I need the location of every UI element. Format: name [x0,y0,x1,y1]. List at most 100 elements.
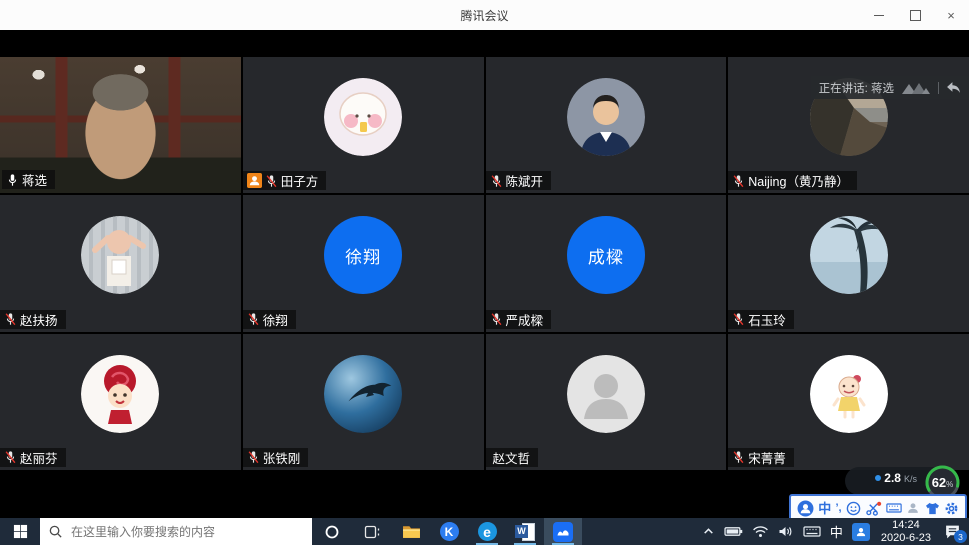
edge-button[interactable]: e [468,518,506,545]
participant-tile-zhaofuyang[interactable]: 赵扶扬 [0,195,241,331]
avatar-default [567,355,645,433]
participant-name: 赵文哲 [493,448,531,467]
participant-name: 赵丽芬 [20,448,58,467]
participant-nametag: 张铁刚 [243,448,309,467]
avatar-text: 成樑 [588,243,624,268]
share-arrow-icon[interactable] [946,81,961,94]
account-person-icon[interactable] [906,501,920,515]
ime-lang-toggle[interactable]: 中 [818,502,831,515]
start-button[interactable] [0,518,40,545]
mic-muted-icon [490,174,503,188]
avatar-initials: 成樑 [567,216,645,294]
avatar-initials: 徐翔 [324,216,402,294]
avatar [324,78,402,156]
network-speed[interactable]: 2.8 K/s [875,471,917,485]
search-input[interactable] [69,524,304,540]
participant-tile-shiyuling[interactable]: 石玉玲 [728,195,969,331]
participant-nametag: 陈斌开 [486,171,552,190]
participant-nametag: 蒋选 [2,170,55,189]
mic-muted-icon [732,312,745,326]
word-icon: W [515,523,535,541]
tray-clock[interactable]: 14:24 2020-6-23 [881,519,931,544]
tencent-meeting-button[interactable] [544,518,582,545]
touch-keyboard-icon[interactable] [803,525,821,538]
participant-nametag: 徐翔 [243,310,296,329]
participant-tile-tianzifang[interactable]: 田子方 [243,57,484,193]
speaking-banner: 正在讲话: 蒋选 [811,76,969,99]
participant-tile-jiangxuan[interactable]: 蒋选 [0,57,241,193]
mic-muted-icon [265,174,278,188]
network-dot-icon [875,475,881,481]
mic-muted-icon [4,450,17,464]
skin-shirt-icon[interactable] [925,502,940,515]
app-k-button[interactable]: K [430,518,468,545]
search-icon [48,524,63,539]
participant-tile-zhangtiegang[interactable]: 张铁刚 [243,334,484,470]
participant-tile-zhaowenzhe[interactable]: 赵文哲 [486,334,727,470]
tray-ime-lang[interactable]: 中 [830,522,843,541]
participant-name: 石玉玲 [748,310,786,329]
participant-name: 田子方 [281,171,319,190]
task-view-button[interactable] [352,518,392,545]
word-button[interactable]: W [506,518,544,545]
mic-muted-icon [732,450,745,464]
participant-nametag: Naijing（黄乃静） [728,171,857,190]
host-badge-icon [247,173,262,188]
speaking-banner-text: 正在讲话: 蒋选 [819,80,894,96]
screenshot-scissors-icon[interactable] [865,501,882,516]
folder-icon [402,523,421,540]
tray-expand-chevron-icon[interactable] [702,525,715,538]
ime-logo-icon[interactable] [797,500,814,517]
cortana-icon [324,524,340,540]
mic-muted-icon [490,312,503,326]
participant-name: 张铁刚 [263,448,301,467]
participant-nametag: 宋菁菁 [728,448,794,467]
participant-tile-chenbinkai[interactable]: 陈斌开 [486,57,727,193]
tencent-meeting-icon [553,522,573,542]
participant-nametag: 赵丽芬 [0,448,66,467]
participant-tile-zhaolifen[interactable]: 赵丽芬 [0,334,241,470]
taskbar-search[interactable] [40,518,312,545]
participant-name: 严成樑 [506,310,544,329]
participant-name: 陈斌开 [506,171,544,190]
clock-date: 2020-6-23 [881,532,931,545]
window-titlebar: 腾讯会议 × [0,0,969,31]
avatar [81,355,159,433]
participant-tile-songjingjing[interactable]: 宋菁菁 [728,334,969,470]
participant-nametag: 赵文哲 [486,448,539,467]
network-speed-unit: K/s [904,474,917,484]
avatar [81,216,159,294]
avatar [810,216,888,294]
participant-name: Naijing（黄乃静） [748,171,849,190]
file-explorer-button[interactable] [392,518,430,545]
window-title: 腾讯会议 [0,7,969,24]
participant-name: 蒋选 [22,170,47,189]
wifi-icon[interactable] [752,525,769,538]
network-speed-value: 2.8 [884,471,901,485]
speaker-icon[interactable] [778,525,794,538]
ime-punctuation-toggle[interactable]: ’, [835,503,841,514]
battery-icon[interactable] [724,525,743,538]
emoji-icon[interactable] [846,501,861,516]
tray-ime-icon[interactable] [852,523,870,541]
meeting-stage: 蒋选 田子方 陈斌开 [0,30,969,518]
virtual-keyboard-icon[interactable] [886,502,902,514]
mic-muted-icon [732,174,745,188]
clock-time: 14:24 [881,519,931,532]
person-icon [855,526,867,538]
system-tray: 中 14:24 2020-6-23 3 [702,518,969,545]
mic-muted-icon [4,312,17,326]
mic-muted-icon [247,450,260,464]
participant-tile-xuxiang[interactable]: 徐翔 徐翔 [243,195,484,331]
action-center-button[interactable]: 3 [942,523,962,540]
cortana-button[interactable] [312,518,352,545]
participant-name: 赵扶扬 [20,310,58,329]
gear-icon[interactable] [944,501,959,516]
avatar [810,355,888,433]
participant-tile-yanchengliang[interactable]: 成樑 严成樑 [486,195,727,331]
banner-divider [938,82,939,94]
avatar [567,78,645,156]
mic-on-icon [6,173,19,187]
participant-nametag: 田子方 [243,171,327,190]
notification-badge: 3 [954,530,967,543]
